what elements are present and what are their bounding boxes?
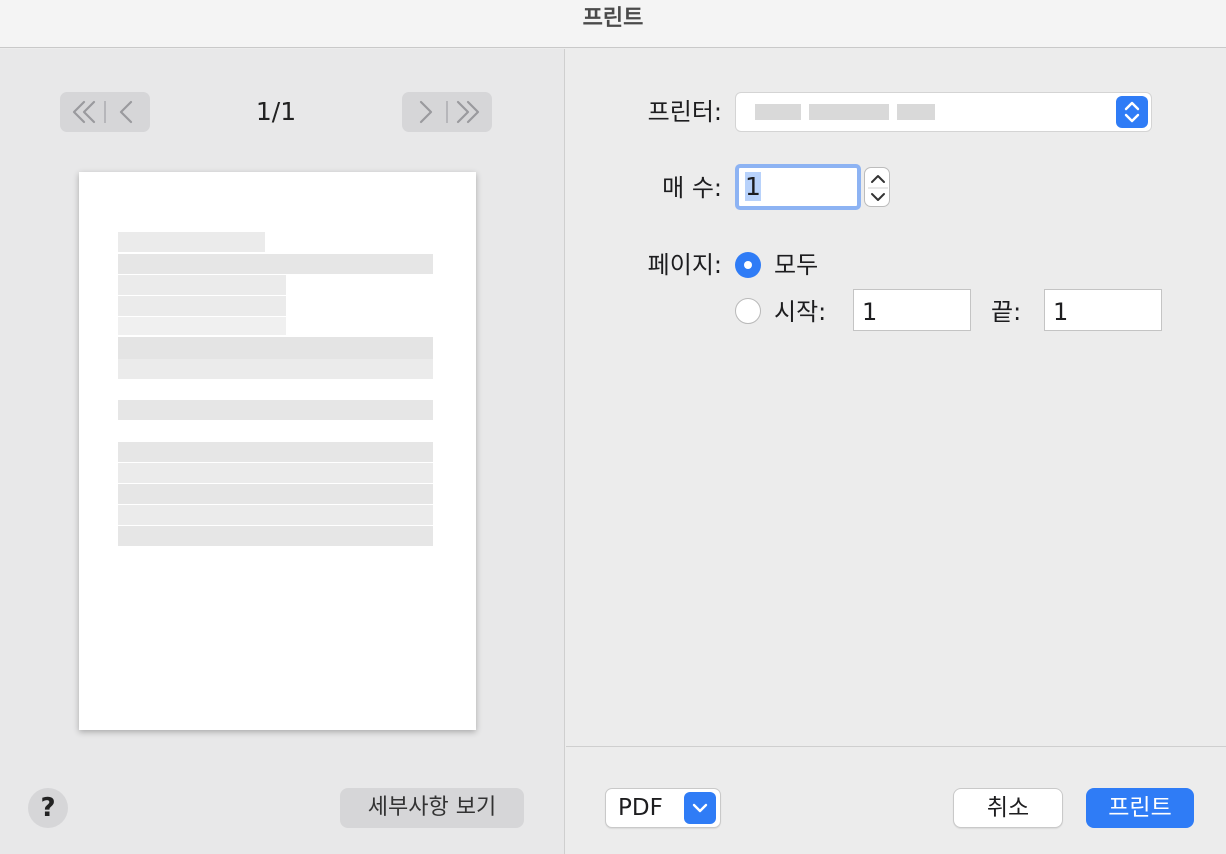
footer-divider [566,746,1226,747]
copies-value: 1 [745,172,761,201]
copies-field[interactable]: 1 [735,164,861,210]
printer-name-redacted [737,94,949,130]
up-down-chevron-icon[interactable] [1116,96,1148,128]
pages-to-label: 끝: [991,298,1022,326]
pages-range-label[interactable]: 시작: [774,292,844,332]
chevron-right-icon[interactable] [419,100,433,124]
cancel-button[interactable]: 취소 [953,788,1063,828]
chevron-down-icon[interactable] [684,792,716,824]
help-button[interactable]: ? [28,788,68,828]
double-chevron-right-icon[interactable] [456,100,480,124]
pages-all-label[interactable]: 모두 [774,245,854,285]
preview-nav-back-group [60,92,150,132]
chevron-left-icon[interactable] [119,100,133,124]
pages-to-field[interactable]: 1 [1044,289,1162,331]
printer-label: 프린터: [647,98,722,126]
double-chevron-left-icon[interactable] [72,100,96,124]
preview-nav-forward-group [402,92,492,132]
page-indicator: 1/1 [255,97,297,126]
copies-stepper[interactable] [864,167,890,207]
page-preview [79,172,476,730]
pages-all-radio[interactable] [735,252,761,278]
stepper-up-icon[interactable] [871,175,885,183]
pdf-menu-label[interactable]: PDF [618,788,678,828]
show-details-button[interactable]: 세부사항 보기 [340,788,524,828]
print-button[interactable]: 프린트 [1086,788,1194,828]
pages-from-field[interactable]: 1 [853,289,971,331]
pages-label: 페이지: [647,251,722,279]
copies-label: 매 수: [662,174,722,202]
pages-range-radio[interactable] [735,298,761,324]
window-title: 프린트 [582,6,644,31]
stepper-down-icon[interactable] [871,193,885,201]
